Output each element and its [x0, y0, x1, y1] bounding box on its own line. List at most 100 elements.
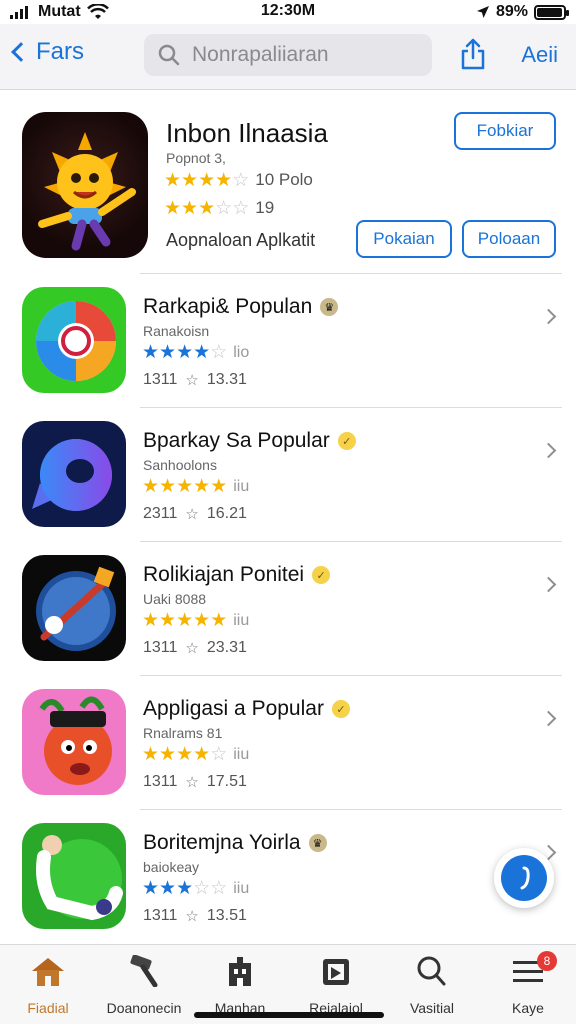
back-label: Fars [36, 38, 84, 65]
character-icon[interactable] [22, 823, 126, 929]
rating-text: 19 [255, 198, 275, 217]
chat-bubble-icon[interactable] [22, 421, 126, 527]
rating-text: iiu [233, 745, 250, 763]
tab-label: Kaye [512, 1000, 544, 1016]
carrier-label: Mutat [38, 3, 81, 20]
star-icon: ☆ [232, 169, 250, 191]
app-size: 16.21 [206, 505, 247, 522]
battery-level [537, 7, 562, 17]
app-meta: 1311 ☆ 17.51 [143, 773, 247, 791]
star-icon: ☆ [210, 342, 228, 363]
tab-label: Fiadial [27, 1000, 69, 1016]
floating-action-button[interactable] [494, 848, 554, 908]
chevron-right-icon [540, 442, 557, 459]
star-icon: ★ [159, 342, 177, 363]
star-icon: ★ [142, 476, 160, 497]
tab-home[interactable]: Fiadial [0, 945, 96, 1024]
chevron-left-icon [11, 42, 31, 62]
star-rating: ★★★☆☆ [142, 879, 227, 898]
app-title-text: Bparkay Sa Popular [143, 429, 330, 452]
tab-menu[interactable]: Kaye 8 [480, 945, 576, 1024]
star-rating: ★★★☆☆ [164, 199, 249, 218]
battery-icon [534, 4, 569, 20]
star-icon: ★ [198, 197, 216, 219]
fab-inner [501, 855, 547, 901]
cartoon-face-icon[interactable] [22, 689, 126, 795]
search-field[interactable] [144, 34, 432, 76]
star-icon: ★ [159, 476, 177, 497]
featured-left-button[interactable]: Pokaian [356, 220, 452, 258]
featured-right-button[interactable]: Poloaan [462, 220, 556, 258]
share-button[interactable] [460, 38, 486, 75]
app-size: 13.51 [206, 907, 247, 924]
app-title-text: Boritemjna Yoirla [143, 831, 301, 854]
star-icon: ☆ [193, 878, 211, 899]
rating-text: iiu [233, 879, 250, 897]
navigation-bar: Fars Aeii [0, 24, 576, 90]
app-title: Appligasi a Popular ✓ [143, 697, 350, 721]
location-arrow-icon [476, 6, 489, 18]
app-meta: 1311 ☆ 13.31 [143, 371, 247, 389]
layers-icon [317, 955, 355, 992]
star-icon: ★ [142, 342, 160, 363]
star-rating: ★★★★☆ [164, 171, 249, 190]
info-icon [520, 866, 530, 890]
sun-character-icon[interactable] [22, 112, 148, 258]
app-list-item[interactable]: Appligasi a Popular ✓ Rnalrams 81 ★★★★☆ i… [0, 675, 576, 809]
app-meta: 1311 ☆ 23.31 [143, 639, 247, 657]
star-icon: ★ [215, 169, 233, 191]
nav-right-button[interactable]: Aeii [521, 42, 558, 68]
star-outline-icon: ☆ [185, 640, 199, 657]
featured-top-button[interactable]: Fobkiar [454, 112, 556, 150]
row-divider [140, 675, 562, 676]
app-title-text: Appligasi a Popular [143, 697, 324, 720]
crown-badge-icon: ♛ [320, 298, 339, 316]
back-button[interactable]: Fars [8, 38, 84, 66]
chevron-right-icon [540, 576, 557, 593]
star-icon: ★ [210, 476, 228, 497]
rating-count: 1311 [143, 907, 178, 924]
star-icon: ★ [176, 610, 194, 631]
featured-subtitle: Popnot 3, [166, 150, 226, 166]
status-left: Mutat [10, 3, 109, 21]
app-list-item[interactable]: Rarkapi& Populan ♛ Ranakoisn ★★★★☆ lio 13… [0, 273, 576, 407]
share-icon [461, 38, 485, 70]
verified-badge-icon: ✓ [337, 432, 356, 450]
star-icon: ★ [142, 878, 160, 899]
star-icon: ★ [176, 878, 194, 899]
search-icon [413, 955, 451, 992]
wifi-icon [86, 4, 109, 19]
app-subtitle: Sanhoolons [143, 457, 217, 473]
row-divider [140, 407, 562, 408]
camera-ring-icon[interactable] [22, 287, 126, 393]
star-outline-icon: ☆ [185, 506, 199, 523]
app-rating: ★★★★★ iiu [142, 477, 249, 496]
rating-count: 1311 [143, 773, 178, 790]
app-subtitle: Rnalrams 81 [143, 725, 223, 741]
star-icon: ☆ [210, 744, 228, 765]
star-icon: ★ [142, 610, 160, 631]
app-subtitle: baiokeay [143, 859, 200, 875]
app-list-item[interactable]: Rolikiajan Ponitei ✓ Uaki 8088 ★★★★★ iiu … [0, 541, 576, 675]
tab-hammer[interactable]: Doanonecin [96, 945, 192, 1024]
rating-count: 1311 [143, 639, 178, 656]
compass-icon[interactable] [22, 555, 126, 661]
star-icon: ☆ [215, 197, 233, 219]
search-input[interactable] [192, 43, 412, 67]
featured-app: Inbon Ilnaasia Popnot 3, ★★★★☆ 10 Polo ★… [0, 92, 576, 274]
star-icon: ☆ [210, 878, 228, 899]
star-icon: ★ [176, 342, 194, 363]
battery-percent: 89% [495, 3, 528, 20]
app-list-item[interactable]: Bparkay Sa Popular ✓ Sanhoolons ★★★★★ iiu… [0, 407, 576, 541]
app-list-item[interactable]: Boritemjna Yoirla ♛ baiokeay ★★★☆☆ iiu 13… [0, 809, 576, 943]
rating-count: 2311 [143, 505, 178, 522]
app-title: Boritemjna Yoirla ♛ [143, 831, 327, 855]
row-divider [140, 273, 562, 274]
building-icon [221, 955, 259, 992]
tab-search[interactable]: Vasitial [384, 945, 480, 1024]
rating-text: 10 Polo [255, 170, 313, 189]
star-icon: ★ [193, 342, 211, 363]
clock: 12:30M [260, 2, 316, 19]
rating-text: iiu [233, 477, 250, 495]
tab-label: Doanonecin [106, 1000, 182, 1016]
